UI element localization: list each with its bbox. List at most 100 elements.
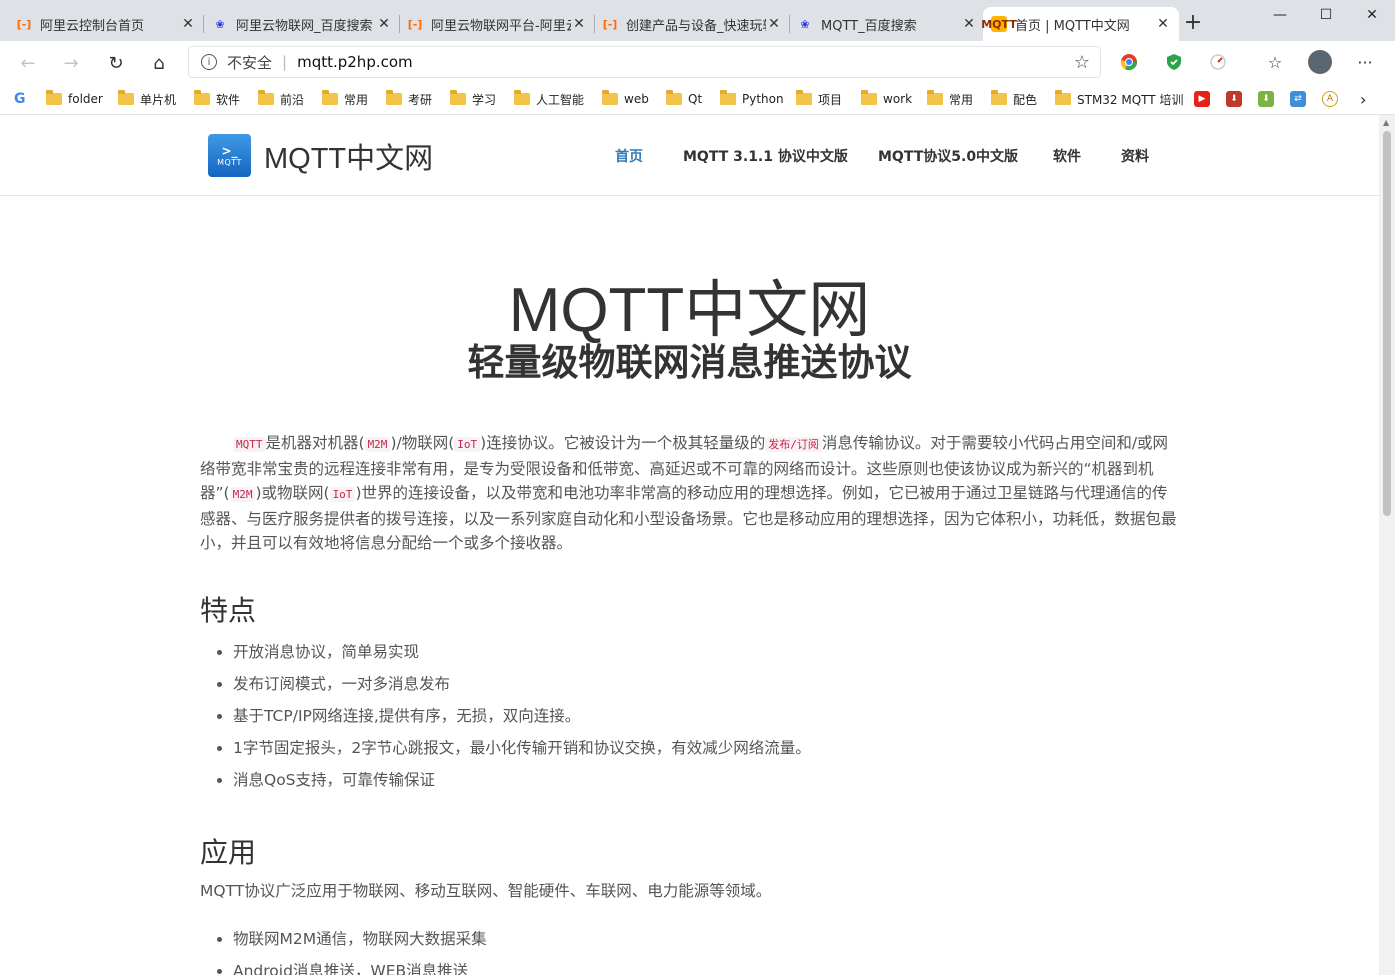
back-arrow-icon[interactable]: ← — [14, 49, 42, 77]
minimize-button[interactable]: — — [1257, 0, 1303, 30]
folder-icon — [927, 90, 943, 105]
list-item: 消息QoS支持，可靠传输保证 — [233, 764, 811, 796]
code-m2m: M2M — [229, 487, 256, 502]
close-icon[interactable]: ✕ — [961, 16, 977, 32]
folder-icon — [720, 90, 736, 105]
bookmark-folder[interactable]: 软件 — [194, 89, 240, 109]
list-item: 1字节固定报头，2字节心跳报文，最小化传输开销和协议交换，有效减少网络流量。 — [233, 732, 811, 764]
code-iot: IoT — [454, 437, 481, 452]
tab-baidu-iot-search[interactable]: ❀ 阿里云物联网_百度搜索 ✕ — [204, 7, 400, 41]
aliyun-icon: [-] — [16, 17, 32, 31]
bookmark-folder[interactable]: folder — [46, 89, 103, 109]
favorites-icon[interactable]: ☆ — [1263, 50, 1287, 74]
youtube-icon[interactable]: ▶ — [1194, 89, 1210, 109]
bookmark-folder[interactable]: 常用 — [322, 89, 368, 109]
bookmarks-bar: G folder 单片机 软件 前沿 常用 考研 学习 人工智能 web Qt … — [0, 83, 1395, 115]
tab-create-product[interactable]: [-] 创建产品与设备_快速玩转 ✕ — [594, 7, 790, 41]
close-icon[interactable]: ✕ — [766, 16, 782, 32]
intro-paragraph: MQTT 是机器对机器(M2M)/物联网(IoT)连接协议。它被设计为一个极其轻量… — [200, 434, 1177, 552]
folder-icon — [118, 90, 134, 105]
bookmark-folder[interactable]: Qt — [666, 89, 702, 109]
chevron-right-icon[interactable]: › — [1360, 89, 1366, 109]
tab-mqtt-baidu[interactable]: ❀ MQTT_百度搜索 ✕ — [789, 7, 985, 41]
bookmark-folder[interactable]: 单片机 — [118, 89, 176, 109]
avatar[interactable] — [1308, 50, 1332, 74]
bookmark-folder[interactable]: web — [602, 89, 649, 109]
letter-a-icon[interactable]: A — [1322, 89, 1338, 109]
list-item: Android消息推送，WEB消息推送 — [233, 955, 487, 975]
bookmark-folder[interactable]: 配色 — [991, 89, 1037, 109]
download-icon[interactable]: ⬇ — [1226, 89, 1242, 109]
bookmark-folder[interactable]: 考研 — [386, 89, 432, 109]
applications-heading: 应用 — [200, 836, 257, 869]
nav-resources[interactable]: 资料 — [1121, 146, 1149, 166]
folder-icon — [861, 90, 877, 105]
folder-icon — [1055, 90, 1071, 105]
mqtt-logo[interactable]: >_ MQTT — [208, 134, 251, 177]
maximize-button[interactable]: ☐ — [1303, 0, 1349, 30]
hero-subtitle: 轻量级物联网消息推送协议 — [467, 341, 912, 384]
nav-software[interactable]: 软件 — [1053, 146, 1081, 166]
site-name[interactable]: MQTT中文网 — [264, 135, 433, 177]
star-icon[interactable]: ☆ — [1074, 52, 1090, 73]
baidu-icon: ❀ — [215, 17, 225, 31]
baidu-icon: ❀ — [800, 17, 810, 31]
aliyun-icon: [-] — [602, 17, 618, 31]
features-list: 开放消息协议，简单易实现 发布订阅模式，一对多消息发布 基于TCP/IP网络连接… — [200, 636, 811, 796]
close-icon[interactable]: ✕ — [376, 16, 392, 32]
tab-aliyun-iot-platform[interactable]: [-] 阿里云物联网平台-阿里云 ✕ — [399, 7, 595, 41]
folder-icon — [194, 90, 210, 105]
new-tab-button[interactable]: + — [1181, 12, 1205, 36]
refresh-icon[interactable]: ↻ — [102, 49, 130, 77]
bookmark-folder[interactable]: 学习 — [450, 89, 496, 109]
page-scrollbar[interactable]: ▲ — [1379, 115, 1395, 975]
address-bar[interactable]: i 不安全 | mqtt.p2hp.com ☆ — [188, 46, 1101, 78]
downloader-icon[interactable]: ⬇ — [1258, 89, 1274, 109]
code-iot: IoT — [329, 487, 356, 502]
folder-icon — [666, 90, 682, 105]
forward-arrow-icon[interactable]: → — [57, 49, 85, 77]
info-icon[interactable]: i — [201, 54, 217, 70]
scrollbar-thumb[interactable] — [1383, 131, 1391, 516]
code-mqtt: MQTT — [233, 437, 266, 452]
code-m2m: M2M — [364, 437, 391, 452]
security-label: 不安全 — [227, 53, 273, 72]
hero-title: MQTT中文网 — [508, 276, 871, 345]
applications-text: MQTT协议广泛应用于物联网、移动互联网、智能硬件、车联网、电力能源等领域。 — [200, 882, 772, 900]
url-text[interactable]: mqtt.p2hp.com — [297, 53, 413, 71]
list-item: 基于TCP/IP网络连接,提供有序，无损，双向连接。 — [233, 700, 811, 732]
tab-aliyun-console[interactable]: [-] 阿里云控制台首页 ✕ — [8, 7, 204, 41]
bookmark-folder[interactable]: Python — [720, 89, 784, 109]
google-icon[interactable]: G — [14, 89, 26, 109]
bookmark-folder[interactable]: work — [861, 89, 912, 109]
nav-mqtt-50[interactable]: MQTT协议5.0中文版 — [878, 146, 1018, 166]
close-icon[interactable]: ✕ — [1155, 16, 1171, 32]
bookmark-folder[interactable]: STM32 MQTT 培训 — [1055, 89, 1183, 109]
bookmark-folder[interactable]: 项目 — [796, 89, 842, 109]
code-pubsub: 发布/订阅 — [765, 437, 822, 452]
folder-icon — [514, 90, 530, 105]
bookmark-folder[interactable]: 前沿 — [258, 89, 304, 109]
tab-mqtt-home[interactable]: MQTT 首页 | MQTT中文网 ✕ — [981, 7, 1179, 41]
shield-icon[interactable] — [1162, 50, 1186, 74]
site-navbar: >_ MQTT MQTT中文网 首页 MQTT 3.1.1 协议中文版 MQTT… — [0, 115, 1379, 196]
nav-mqtt-311[interactable]: MQTT 3.1.1 协议中文版 — [683, 146, 848, 166]
browser-toolbar: ← → ↻ ⌂ i 不安全 | mqtt.p2hp.com ☆ ☆ ··· — [0, 41, 1395, 83]
aliyun-icon: [-] — [407, 17, 423, 31]
chrome-extension-icon[interactable] — [1117, 50, 1141, 74]
bookmark-folder[interactable]: 常用 — [927, 89, 973, 109]
more-menu-icon[interactable]: ··· — [1353, 50, 1377, 74]
sync-icon[interactable]: ⇄ — [1290, 89, 1306, 109]
nav-home[interactable]: 首页 — [615, 146, 643, 166]
scroll-up-icon[interactable]: ▲ — [1383, 118, 1389, 127]
folder-icon — [258, 90, 274, 105]
list-item: 开放消息协议，简单易实现 — [233, 636, 811, 668]
close-icon[interactable]: ✕ — [180, 16, 196, 32]
close-window-button[interactable]: ✕ — [1349, 0, 1395, 30]
speed-dial-icon[interactable] — [1206, 50, 1230, 74]
bookmark-folder[interactable]: 人工智能 — [514, 89, 584, 109]
close-icon[interactable]: ✕ — [571, 16, 587, 32]
list-item: 物联网M2M通信，物联网大数据采集 — [233, 923, 487, 955]
home-icon[interactable]: ⌂ — [145, 49, 173, 77]
folder-icon — [450, 90, 466, 105]
